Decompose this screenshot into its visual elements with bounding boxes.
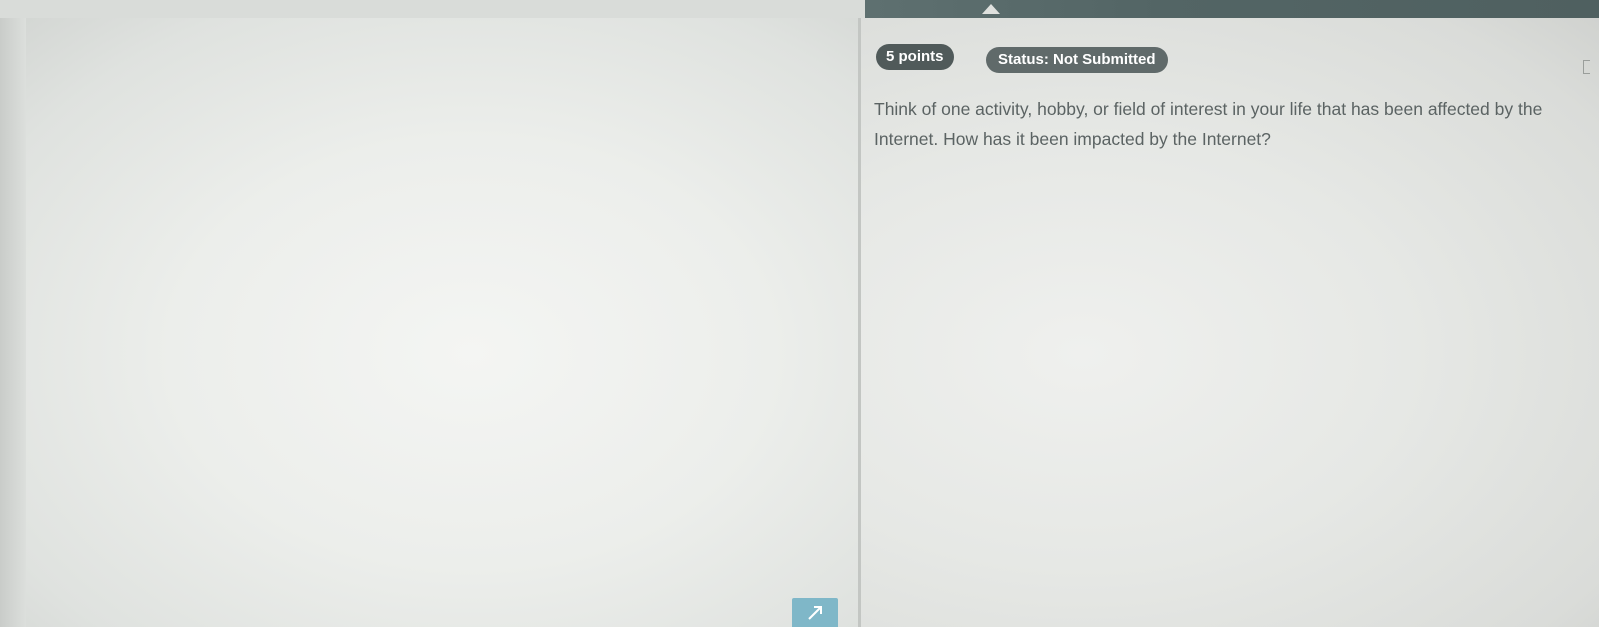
- points-badge: 5 points: [876, 44, 954, 70]
- top-bar-left: [0, 0, 865, 20]
- bracket-icon: [1583, 60, 1590, 74]
- status-badge: Status: Not Submitted: [986, 47, 1168, 73]
- top-bar-right: [865, 0, 1599, 18]
- question-text: Think of one activity, hobby, or field o…: [874, 99, 1543, 149]
- resize-arrow-icon: [808, 606, 822, 620]
- answer-editor-pane[interactable]: [0, 18, 858, 627]
- resize-button[interactable]: [792, 598, 838, 627]
- left-pane-edge: [0, 18, 26, 627]
- header-notch: [982, 4, 1000, 14]
